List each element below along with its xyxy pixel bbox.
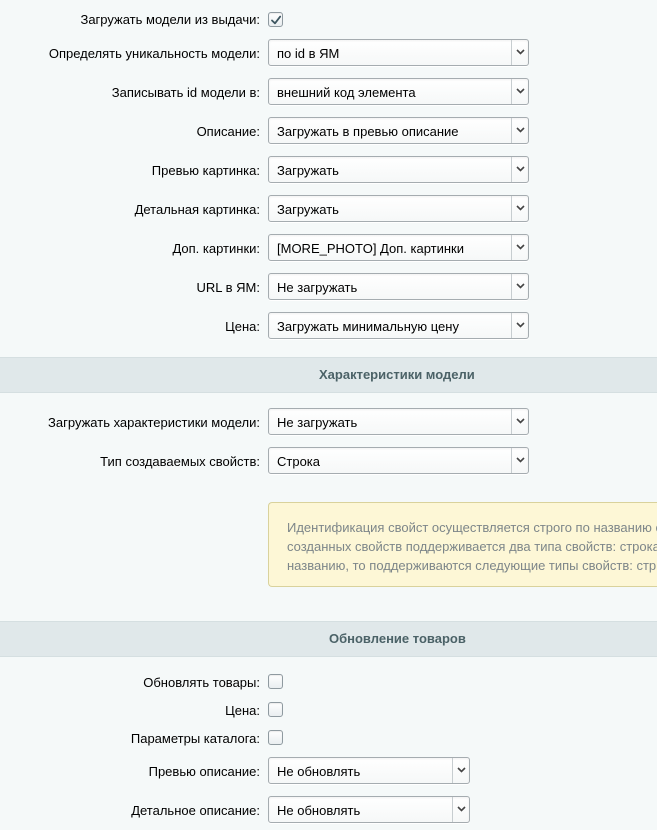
property-type-dropdown-button[interactable] xyxy=(511,448,528,473)
description-dropdown-button[interactable] xyxy=(511,118,528,143)
detail-description-value: Не обновлять xyxy=(277,803,361,818)
note-line-1: Идентификация свойст осуществляется стро… xyxy=(287,520,657,535)
uniqueness-row: Определять уникальность модели: по id в … xyxy=(0,39,657,69)
write-model-id-dropdown-button[interactable] xyxy=(511,79,528,104)
preview-description-dropdown-button[interactable] xyxy=(452,758,469,783)
uniqueness-select[interactable]: по id в ЯМ xyxy=(268,39,529,66)
chevron-down-icon xyxy=(516,418,525,424)
catalog-params-row: Параметры каталога: xyxy=(0,729,657,759)
price-dropdown-button[interactable] xyxy=(511,313,528,338)
detail-description-select[interactable]: Не обновлять xyxy=(268,796,470,823)
catalog-params-checkbox[interactable] xyxy=(268,730,283,745)
detail-image-value: Загружать xyxy=(277,202,339,217)
url-label: URL в ЯМ: xyxy=(196,280,260,295)
chevron-down-icon xyxy=(516,127,525,133)
note-line-2: созданных свойств поддерживается два тип… xyxy=(287,539,657,554)
preview-image-value: Загружать xyxy=(277,163,339,178)
write-model-id-select[interactable]: внешний код элемента xyxy=(268,78,529,105)
chevron-down-icon xyxy=(516,283,525,289)
detail-description-dropdown-button[interactable] xyxy=(452,797,469,822)
detail-image-label: Детальная картинка: xyxy=(134,202,260,217)
chevron-down-icon xyxy=(516,205,525,211)
update-items-checkbox[interactable] xyxy=(268,674,283,689)
chevron-down-icon xyxy=(516,88,525,94)
detail-description-label: Детальное описание: xyxy=(131,803,260,818)
write-model-id-value: внешний код элемента xyxy=(277,85,416,100)
chevron-down-icon xyxy=(457,806,466,812)
update-products-section-header: Обновление товаров xyxy=(0,621,657,657)
model-properties-section-title: Характеристики модели xyxy=(319,367,475,382)
chevron-down-icon xyxy=(516,49,525,55)
property-type-row: Тип создаваемых свойств: Строка xyxy=(0,447,657,477)
more-images-label: Доп. картинки: xyxy=(172,241,260,256)
note-line-3: названию, то поддерживаются следующие ти… xyxy=(287,558,657,573)
more-images-row: Доп. картинки: [MORE_PHOTO] Доп. картинк… xyxy=(0,234,657,264)
price-label: Цена: xyxy=(225,319,260,334)
detail-description-row: Детальное описание: Не обновлять xyxy=(0,796,657,826)
write-model-id-label: Записывать id модели в: xyxy=(111,85,260,100)
property-type-select[interactable]: Строка xyxy=(268,447,529,474)
chevron-down-icon xyxy=(457,767,466,773)
detail-image-row: Детальная картинка: Загружать xyxy=(0,195,657,225)
preview-description-select[interactable]: Не обновлять xyxy=(268,757,470,784)
more-images-select[interactable]: [MORE_PHOTO] Доп. картинки xyxy=(268,234,529,261)
chevron-down-icon xyxy=(516,244,525,250)
note-text: Идентификация свойст осуществляется стро… xyxy=(287,518,657,575)
url-select[interactable]: Не загружать xyxy=(268,273,529,300)
preview-image-dropdown-button[interactable] xyxy=(511,157,528,182)
load-models-row: Загружать модели из выдачи: xyxy=(0,10,657,40)
load-models-checkbox[interactable] xyxy=(268,12,283,27)
property-type-label: Тип создаваемых свойств: xyxy=(100,454,260,469)
update-price-label: Цена: xyxy=(225,703,260,718)
more-images-value: [MORE_PHOTO] Доп. картинки xyxy=(277,241,464,256)
load-properties-select[interactable]: Не загружать xyxy=(268,408,529,435)
preview-image-row: Превью картинка: Загружать xyxy=(0,156,657,186)
checkmark-icon xyxy=(271,15,282,25)
detail-image-select[interactable]: Загружать xyxy=(268,195,529,222)
price-value: Загружать минимальную цену xyxy=(277,319,459,334)
url-value: Не загружать xyxy=(277,280,358,295)
uniqueness-label: Определять уникальность модели: xyxy=(48,46,260,61)
price-select[interactable]: Загружать минимальную цену xyxy=(268,312,529,339)
more-images-dropdown-button[interactable] xyxy=(511,235,528,260)
url-row: URL в ЯМ: Не загружать xyxy=(0,273,657,303)
preview-description-label: Превью описание: xyxy=(148,764,260,779)
load-properties-label: Загружать характеристики модели: xyxy=(48,415,260,430)
preview-description-row: Превью описание: Не обновлять xyxy=(0,757,657,787)
url-dropdown-button[interactable] xyxy=(511,274,528,299)
update-price-row: Цена: xyxy=(0,701,657,731)
preview-description-value: Не обновлять xyxy=(277,764,361,779)
update-items-row: Обновлять товары: xyxy=(0,673,657,703)
chevron-down-icon xyxy=(516,322,525,328)
catalog-params-label: Параметры каталога: xyxy=(130,731,260,746)
uniqueness-dropdown-button[interactable] xyxy=(511,40,528,65)
preview-image-label: Превью картинка: xyxy=(151,163,260,178)
chevron-down-icon xyxy=(516,166,525,172)
detail-image-dropdown-button[interactable] xyxy=(511,196,528,221)
write-model-id-row: Записывать id модели в: внешний код элем… xyxy=(0,78,657,108)
price-row: Цена: Загружать минимальную цену xyxy=(0,312,657,342)
load-properties-value: Не загружать xyxy=(277,415,358,430)
description-select[interactable]: Загружать в превью описание xyxy=(268,117,529,144)
uniqueness-value: по id в ЯМ xyxy=(277,46,340,61)
description-row: Описание: Загружать в превью описание xyxy=(0,117,657,147)
description-value: Загружать в превью описание xyxy=(277,124,459,139)
preview-image-select[interactable]: Загружать xyxy=(268,156,529,183)
property-type-value: Строка xyxy=(277,454,321,469)
update-price-checkbox[interactable] xyxy=(268,702,283,717)
chevron-down-icon xyxy=(516,457,525,463)
description-label: Описание: xyxy=(196,124,260,139)
update-products-section-title: Обновление товаров xyxy=(329,631,466,646)
update-items-label: Обновлять товары: xyxy=(143,675,260,690)
load-models-label: Загружать модели из выдачи: xyxy=(80,12,260,27)
load-properties-row: Загружать характеристики модели: Не загр… xyxy=(0,408,657,438)
load-properties-dropdown-button[interactable] xyxy=(511,409,528,434)
model-properties-section-header: Характеристики модели xyxy=(0,357,657,393)
property-identification-note: Идентификация свойст осуществляется стро… xyxy=(268,502,657,587)
